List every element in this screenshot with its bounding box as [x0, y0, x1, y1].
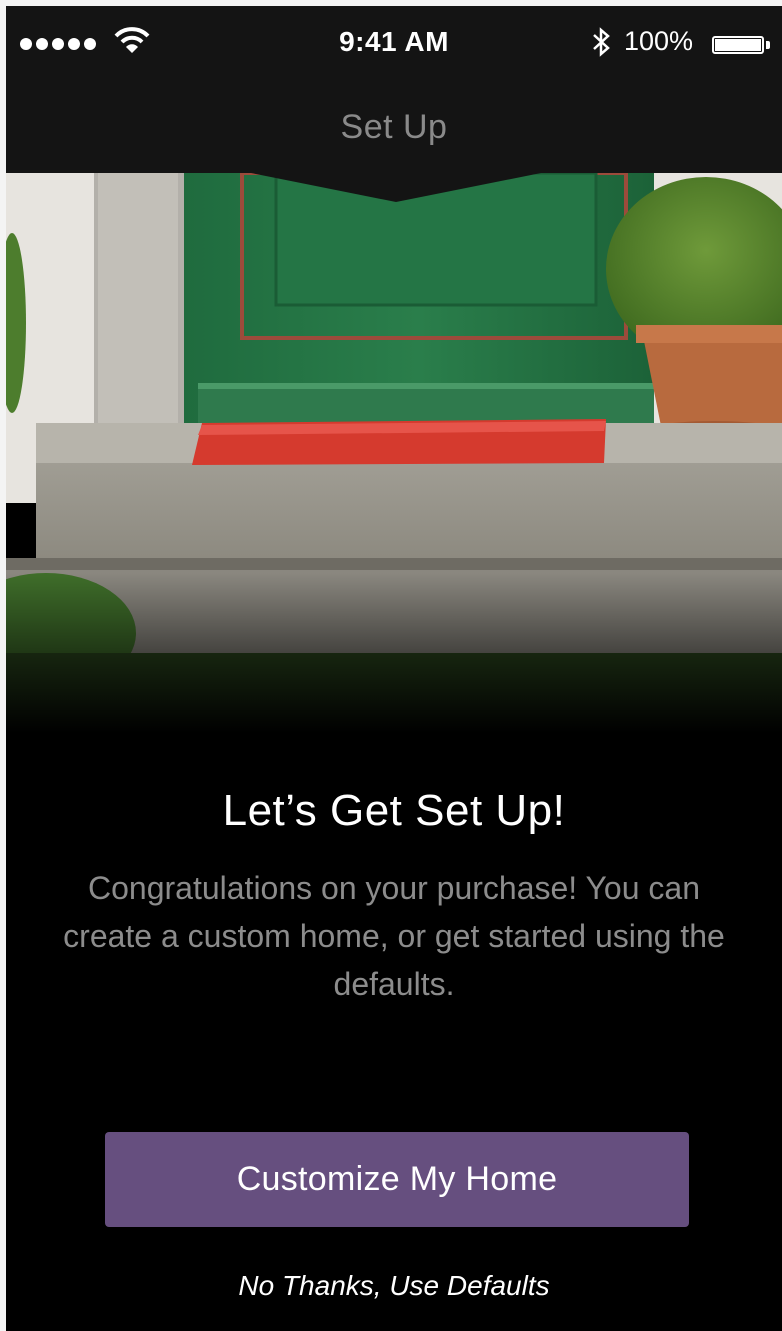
page-title: Set Up [340, 108, 448, 146]
headline: Let’s Get Set Up! [222, 786, 566, 835]
front-door-photo [6, 173, 782, 733]
nav-chevron [6, 170, 782, 202]
customize-my-home-button[interactable]: Customize My Home [105, 1132, 689, 1227]
bluetooth-icon [593, 27, 610, 57]
welcome-message: Congratulations on your purchase! You ca… [63, 870, 725, 1002]
battery-percent: 100% [624, 26, 694, 56]
battery-icon [712, 36, 764, 54]
navigation-bar: Set Up [6, 76, 782, 176]
app-screen: 9:41 AM 100% Set Up Let’s Get Set Up! Co… [6, 6, 782, 1331]
status-bar: 9:41 AM 100% [6, 6, 782, 76]
use-defaults-link[interactable]: No Thanks, Use Defaults [6, 1270, 782, 1302]
